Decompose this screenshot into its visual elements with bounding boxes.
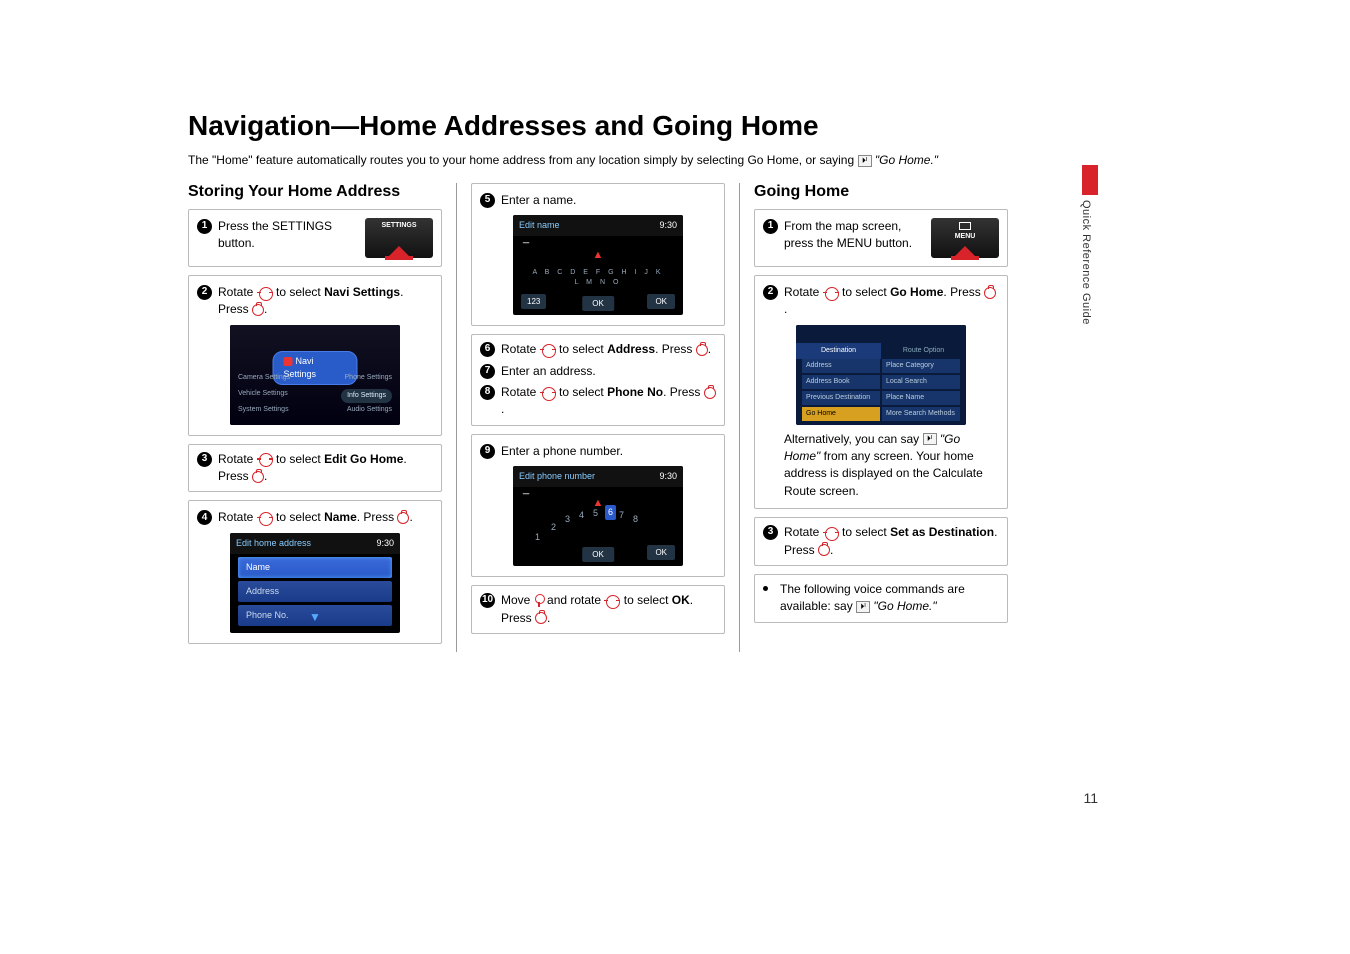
gh-step-2-text: Rotate to select Go Home. Press . [784, 284, 999, 319]
step-number-3: 3 [197, 452, 212, 467]
gh-step-1-box: MENU 1 From the map screen, press the ME… [754, 209, 1008, 267]
rotate-dial-icon [540, 387, 556, 399]
columns: Storing Your Home Address SETTINGS 1 Pre… [188, 183, 1118, 652]
intro-quote: "Go Home." [875, 153, 938, 167]
gh-step-1-text: From the map screen, press the MENU butt… [784, 218, 925, 253]
gh-step-number-1: 1 [763, 219, 778, 234]
voice-command-icon: ⏵ᴵ [858, 155, 872, 167]
bullet-icon [763, 586, 768, 591]
settings-button-label: SETTINGS [365, 221, 433, 231]
step-1-text: Press the SETTINGS button. [218, 218, 359, 253]
step-number-7: 7 [480, 364, 495, 379]
down-arrow-icon: ▼ [309, 609, 321, 626]
column-middle: 5 Enter a name. Edit name9:30 _ ▲ A B C … [471, 183, 725, 652]
step-number-5: 5 [480, 193, 495, 208]
voice-commands-text: The following voice commands are availab… [780, 581, 999, 616]
step-10-text: Move and rotate to select OK. Press . [501, 592, 716, 627]
press-icon [252, 471, 264, 483]
navigation-menu-screenshot: Navigation menu9:30 DestinationRoute Opt… [796, 325, 966, 425]
column-storing: Storing Your Home Address SETTINGS 1 Pre… [188, 183, 442, 652]
rotate-dial-icon [257, 512, 273, 524]
press-icon [252, 304, 264, 316]
step-3-box: 3 Rotate to select Edit Go Home. Press . [188, 444, 442, 493]
voice-commands-box: The following voice commands are availab… [754, 574, 1008, 623]
edit-home-address-screenshot: Edit home address9:30 Name Address Phone… [230, 533, 400, 633]
button-arrow-icon [389, 246, 409, 256]
button-arrow-icon [955, 246, 975, 256]
up-arrow-icon: ▲ [593, 248, 604, 264]
alternative-text: Alternatively, you can say ⏵ᴵ "Go Home" … [784, 431, 999, 501]
step-number-4: 4 [197, 510, 212, 525]
keyboard-letters: A B C D E F G H I J K L M N O [528, 268, 668, 288]
voice-command-icon: ⏵ᴵ [856, 601, 870, 613]
step-number-1: 1 [197, 219, 212, 234]
edit-phone-screenshot: Edit phone number9:30 _ ▲ 1 2 3 4 5 6 7 … [513, 466, 683, 566]
step-number-6: 6 [480, 342, 495, 357]
voice-command-icon: ⏵ᴵ [923, 433, 937, 445]
press-icon [535, 612, 547, 624]
settings-button-image: SETTINGS [365, 218, 433, 258]
step-7-text: Enter an address. [501, 363, 716, 380]
column-divider [739, 183, 740, 652]
rotate-dial-icon [823, 287, 839, 299]
rotate-dial-icon [604, 595, 620, 607]
step-6-8-box: 6 Rotate to select Address. Press . 7 En… [471, 334, 725, 426]
step-8-text: Rotate to select Phone No. Press . [501, 384, 716, 419]
page-number: 11 [1083, 790, 1098, 806]
rotate-dial-icon [257, 453, 273, 465]
heading-going-home: Going Home [754, 183, 1008, 201]
step-9-box: 9 Enter a phone number. Edit phone numbe… [471, 434, 725, 577]
press-icon [696, 344, 708, 356]
gh-step-number-2: 2 [763, 285, 778, 300]
joystick-move-icon [534, 594, 544, 608]
intro-prefix: The "Home" feature automatically routes … [188, 153, 858, 167]
press-icon [818, 544, 830, 556]
column-going-home: Going Home MENU 1 From the map screen, p… [754, 183, 1008, 652]
press-icon [397, 512, 409, 524]
step-2-box: 2 Rotate to select Navi Settings. Press … [188, 275, 442, 436]
step-number-10: 10 [480, 593, 495, 608]
column-divider [456, 183, 457, 652]
step-number-9: 9 [480, 444, 495, 459]
press-icon [704, 387, 716, 399]
press-icon [984, 287, 996, 299]
step-number-2: 2 [197, 285, 212, 300]
settings-menu-screenshot: Settings menu9:30 Navi Settings Camera S… [230, 325, 400, 425]
step-2-text: Rotate to select Navi Settings. Press . [218, 284, 433, 319]
step-3-text: Rotate to select Edit Go Home. Press . [218, 451, 433, 486]
cursor-icon: _ [523, 482, 529, 498]
menu-button-label: MENU [931, 232, 999, 242]
gh-step-2-box: 2 Rotate to select Go Home. Press . Navi… [754, 275, 1008, 509]
step-1-box: SETTINGS 1 Press the SETTINGS button. [188, 209, 442, 267]
step-10-box: 10 Move and rotate to select OK. Press . [471, 585, 725, 634]
step-number-8: 8 [480, 385, 495, 400]
step-4-text: Rotate to select Name. Press . [218, 509, 433, 526]
gh-step-3-box: 3 Rotate to select Set as Destination. P… [754, 517, 1008, 566]
step-9-text: Enter a phone number. [501, 443, 716, 460]
page-title: Navigation—Home Addresses and Going Home [188, 110, 1118, 142]
menu-icon [959, 222, 971, 230]
rotate-dial-icon [540, 344, 556, 356]
step-5-box: 5 Enter a name. Edit name9:30 _ ▲ A B C … [471, 183, 725, 326]
edit-name-screenshot: Edit name9:30 _ ▲ A B C D E F G H I J K … [513, 215, 683, 315]
step-4-box: 4 Rotate to select Name. Press . Edit ho… [188, 500, 442, 643]
intro-text: The "Home" feature automatically routes … [188, 152, 1118, 169]
heading-storing: Storing Your Home Address [188, 183, 442, 201]
gh-step-number-3: 3 [763, 525, 778, 540]
page-content: Navigation—Home Addresses and Going Home… [188, 110, 1118, 652]
gh-step-3-text: Rotate to select Set as Destination. Pre… [784, 524, 999, 559]
menu-button-image: MENU [931, 218, 999, 258]
rotate-dial-icon [823, 527, 839, 539]
step-5-text: Enter a name. [501, 192, 716, 209]
step-6-text: Rotate to select Address. Press . [501, 341, 716, 358]
rotate-dial-icon [257, 287, 273, 299]
